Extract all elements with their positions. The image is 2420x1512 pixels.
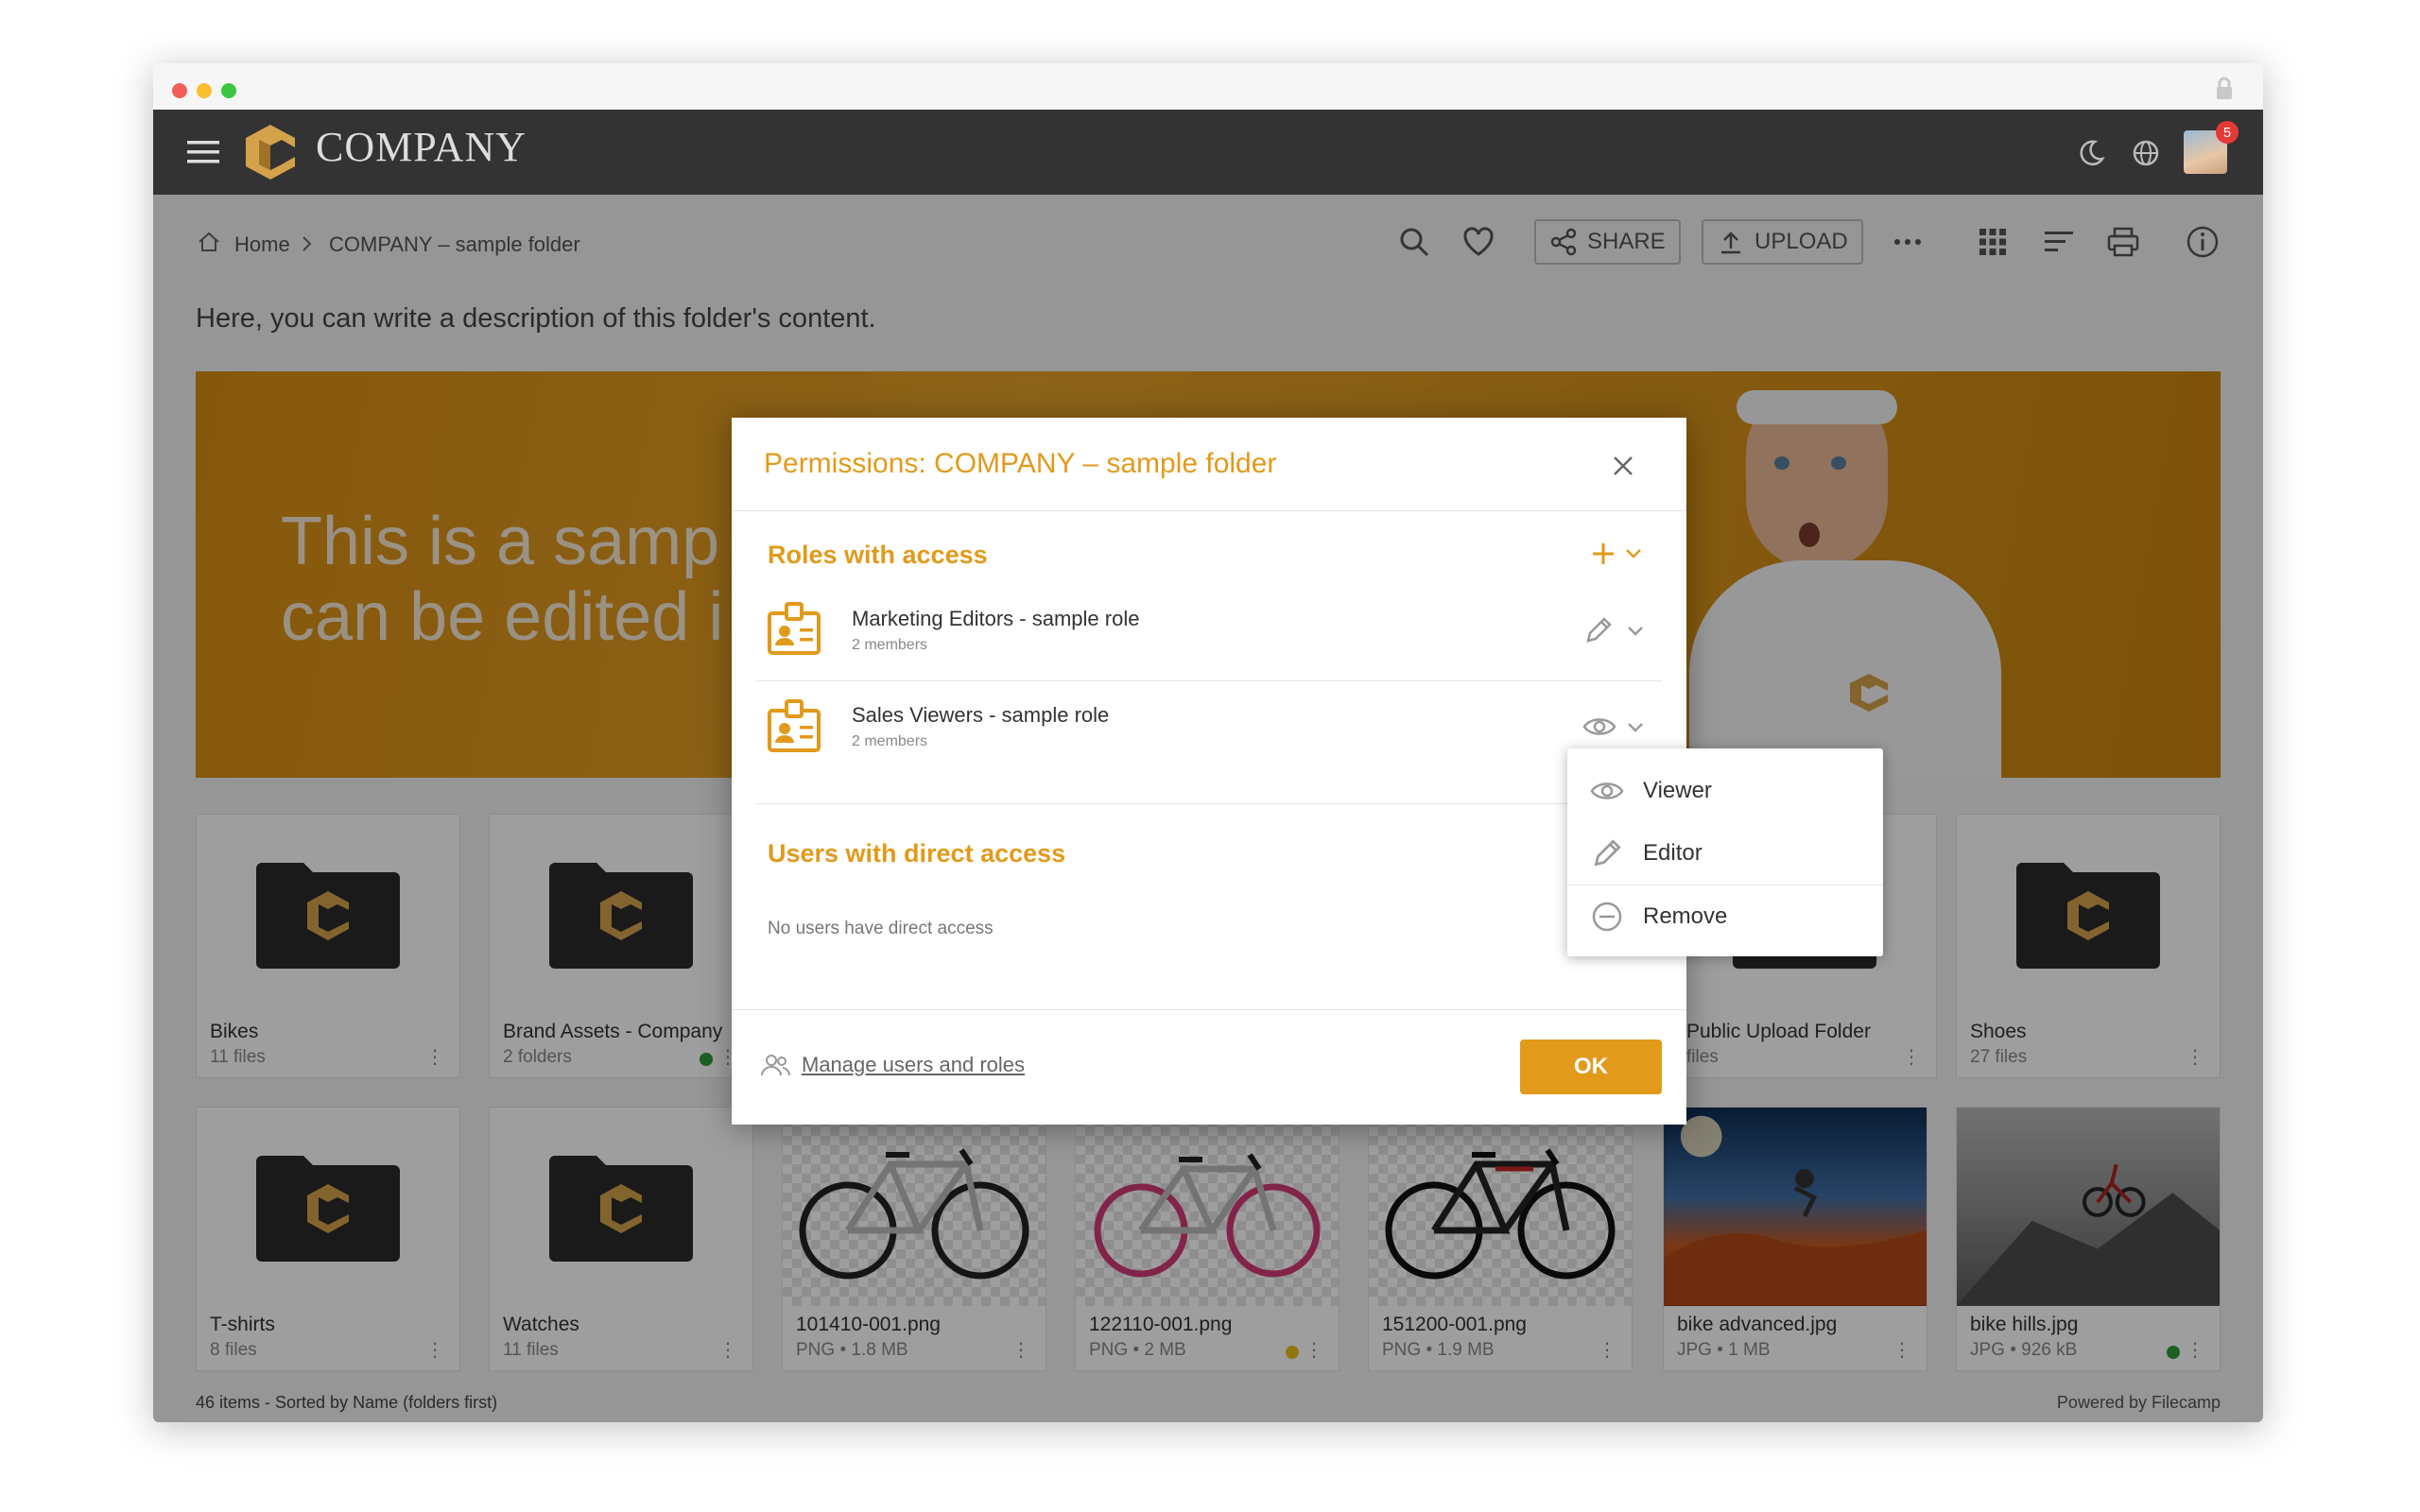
pencil-icon [1586, 617, 1612, 643]
users-heading: Users with direct access [768, 839, 1066, 868]
empty-users-message: No users have direct access [768, 919, 994, 938]
close-window-dot[interactable] [172, 83, 187, 98]
eye-icon [1590, 782, 1624, 799]
role-badge-icon [768, 699, 821, 752]
manage-users-label: Manage users and roles [802, 1053, 1026, 1076]
chevron-down-icon [1628, 627, 1643, 636]
add-role-button[interactable] [1590, 541, 1643, 567]
users-icon [761, 1055, 790, 1076]
roles-heading: Roles with access [768, 541, 988, 569]
pencil-icon [1594, 839, 1621, 867]
app-title: COMPANY [316, 124, 527, 170]
maximize-window-dot[interactable] [221, 83, 236, 98]
menu-item-editor[interactable]: Editor [1567, 822, 1883, 885]
divider [732, 510, 1686, 511]
menu-item-label: Remove [1643, 903, 1728, 929]
minimize-window-dot[interactable] [197, 83, 212, 98]
role-members: 2 members [852, 733, 928, 749]
permissions-dialog: Permissions: COMPANY – sample folder Rol… [732, 418, 1686, 1125]
divider [756, 680, 1662, 681]
notification-badge: 5 [2216, 121, 2238, 144]
menu-item-label: Viewer [1643, 778, 1712, 803]
role-name: Marketing Editors - sample role [852, 607, 1140, 630]
moon-icon[interactable] [2076, 138, 2106, 168]
chevron-down-icon [1628, 723, 1643, 732]
role-permission-dropdown[interactable] [1582, 614, 1658, 648]
divider [732, 1009, 1686, 1010]
lock-icon [2217, 77, 2232, 99]
permission-menu: Viewer Editor Remove [1567, 748, 1883, 956]
globe-icon[interactable] [2131, 138, 2161, 168]
close-icon[interactable] [1609, 452, 1637, 480]
dialog-title: Permissions: COMPANY – sample folder [764, 448, 1277, 479]
app-header: COMPANY 5 [153, 110, 2263, 195]
plus-icon [1593, 543, 1614, 564]
window-chrome [153, 63, 2263, 110]
role-members: 2 members [852, 637, 928, 653]
ok-button[interactable]: OK [1520, 1040, 1662, 1094]
eye-icon [1582, 718, 1616, 735]
remove-icon [1592, 902, 1622, 932]
menu-icon[interactable] [187, 138, 219, 166]
role-name: Sales Viewers - sample role [852, 703, 1110, 727]
chevron-down-icon [1626, 549, 1641, 558]
role-badge-icon [768, 602, 821, 655]
manage-users-link[interactable]: Manage users and roles [760, 1053, 1025, 1077]
menu-item-viewer[interactable]: Viewer [1567, 760, 1883, 822]
menu-item-label: Editor [1643, 840, 1703, 866]
company-logo-icon [246, 125, 295, 180]
role-permission-dropdown[interactable] [1582, 711, 1658, 745]
menu-item-remove[interactable]: Remove [1567, 885, 1883, 948]
divider [756, 803, 1662, 804]
